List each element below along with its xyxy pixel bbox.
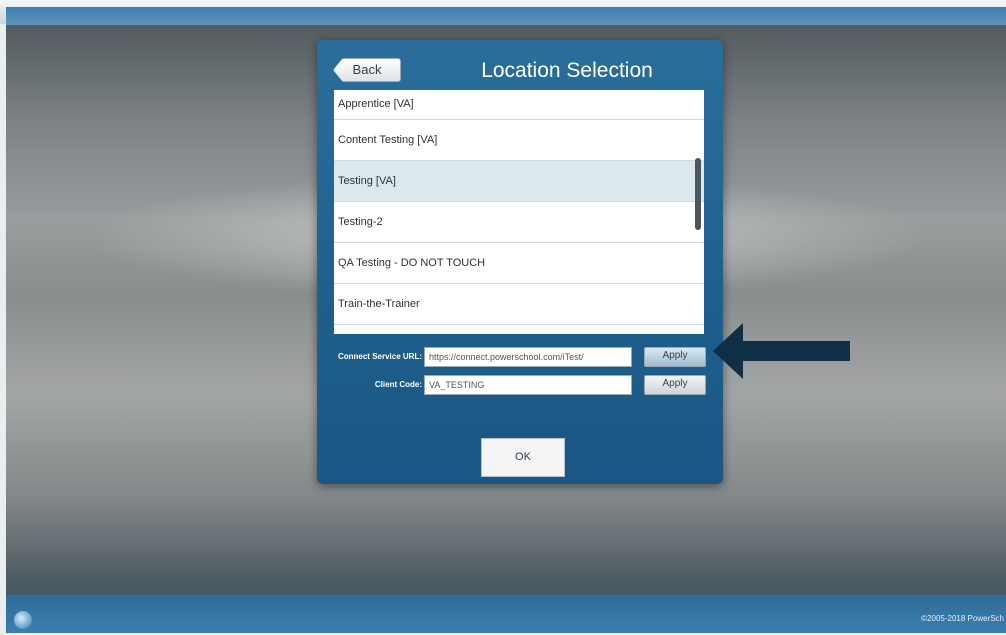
arrow-left-icon bbox=[713, 323, 850, 379]
dialog-title: Location Selection bbox=[481, 59, 653, 82]
client-code-label: Client Code: bbox=[374, 380, 422, 389]
back-button[interactable]: Back bbox=[333, 58, 401, 82]
connect-service-url-input[interactable] bbox=[424, 347, 632, 367]
apply-client-code-button[interactable]: Apply bbox=[644, 375, 706, 395]
connect-service-url-label: Connect Service URL: bbox=[337, 352, 422, 361]
taskbar: ©2005-2018 PowerSch bbox=[6, 595, 1006, 633]
location-item-train-the-trainer[interactable]: Train-the-Trainer bbox=[334, 284, 704, 325]
apply-connect-url-button[interactable]: Apply bbox=[644, 347, 706, 367]
connect-service-row: Connect Service URL: Apply bbox=[317, 347, 723, 369]
location-selection-dialog: Back Location Selection Apprentice [VA] … bbox=[317, 40, 723, 484]
ok-button[interactable]: OK bbox=[481, 438, 565, 477]
location-item-testing-2[interactable]: Testing-2 bbox=[334, 202, 704, 243]
location-item-testing[interactable]: Testing [VA] bbox=[334, 161, 704, 202]
powerschool-logo-icon bbox=[14, 611, 32, 629]
client-code-row: Client Code: Apply bbox=[317, 375, 723, 397]
client-code-input[interactable] bbox=[424, 375, 632, 395]
copyright-text: ©2005-2018 PowerSch bbox=[921, 614, 1004, 623]
location-item-apprentice[interactable]: Apprentice [VA] bbox=[334, 90, 704, 120]
location-item-content-testing[interactable]: Content Testing [VA] bbox=[334, 120, 704, 161]
location-list[interactable]: Apprentice [VA] Content Testing [VA] Tes… bbox=[334, 90, 704, 334]
list-scrollbar[interactable] bbox=[695, 158, 701, 230]
top-bar bbox=[6, 7, 1006, 25]
location-item-qa-testing[interactable]: QA Testing - DO NOT TOUCH bbox=[334, 243, 704, 284]
